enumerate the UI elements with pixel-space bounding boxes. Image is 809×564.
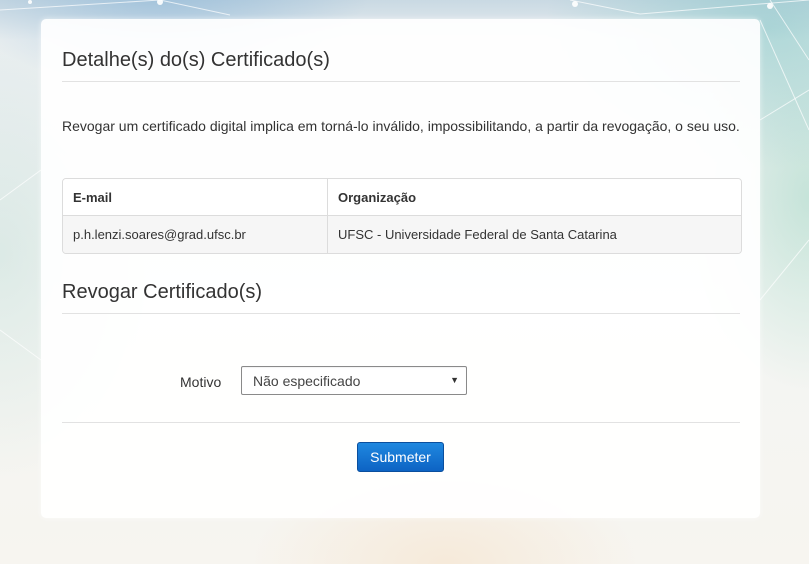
email-cell: p.h.lenzi.soares@grad.ufsc.br [63,216,328,253]
certificate-card: Detalhe(s) do(s) Certificado(s) Revogar … [41,19,760,518]
table-header-row: E-mail Organização [63,179,741,215]
column-header-organization: Organização [338,189,417,205]
revoke-description: Revogar um certificado digital implica e… [62,118,740,134]
organization-cell: UFSC - Universidade Federal de Santa Cat… [338,227,617,242]
details-title: Detalhe(s) do(s) Certificado(s) [62,48,740,82]
motivo-select[interactable]: Não especificado ▼ [241,366,467,395]
dropdown-arrow-icon: ▼ [450,375,459,385]
motivo-label: Motivo [180,374,222,390]
revoke-title: Revogar Certificado(s) [62,280,740,314]
form-divider [62,422,740,423]
certificate-table: E-mail Organização p.h.lenzi.soares@grad… [62,178,742,254]
column-header-email: E-mail [63,179,328,215]
table-row: p.h.lenzi.soares@grad.ufsc.br UFSC - Uni… [63,215,741,253]
submit-button[interactable]: Submeter [357,442,444,472]
motivo-selected-value: Não especificado [253,372,361,389]
